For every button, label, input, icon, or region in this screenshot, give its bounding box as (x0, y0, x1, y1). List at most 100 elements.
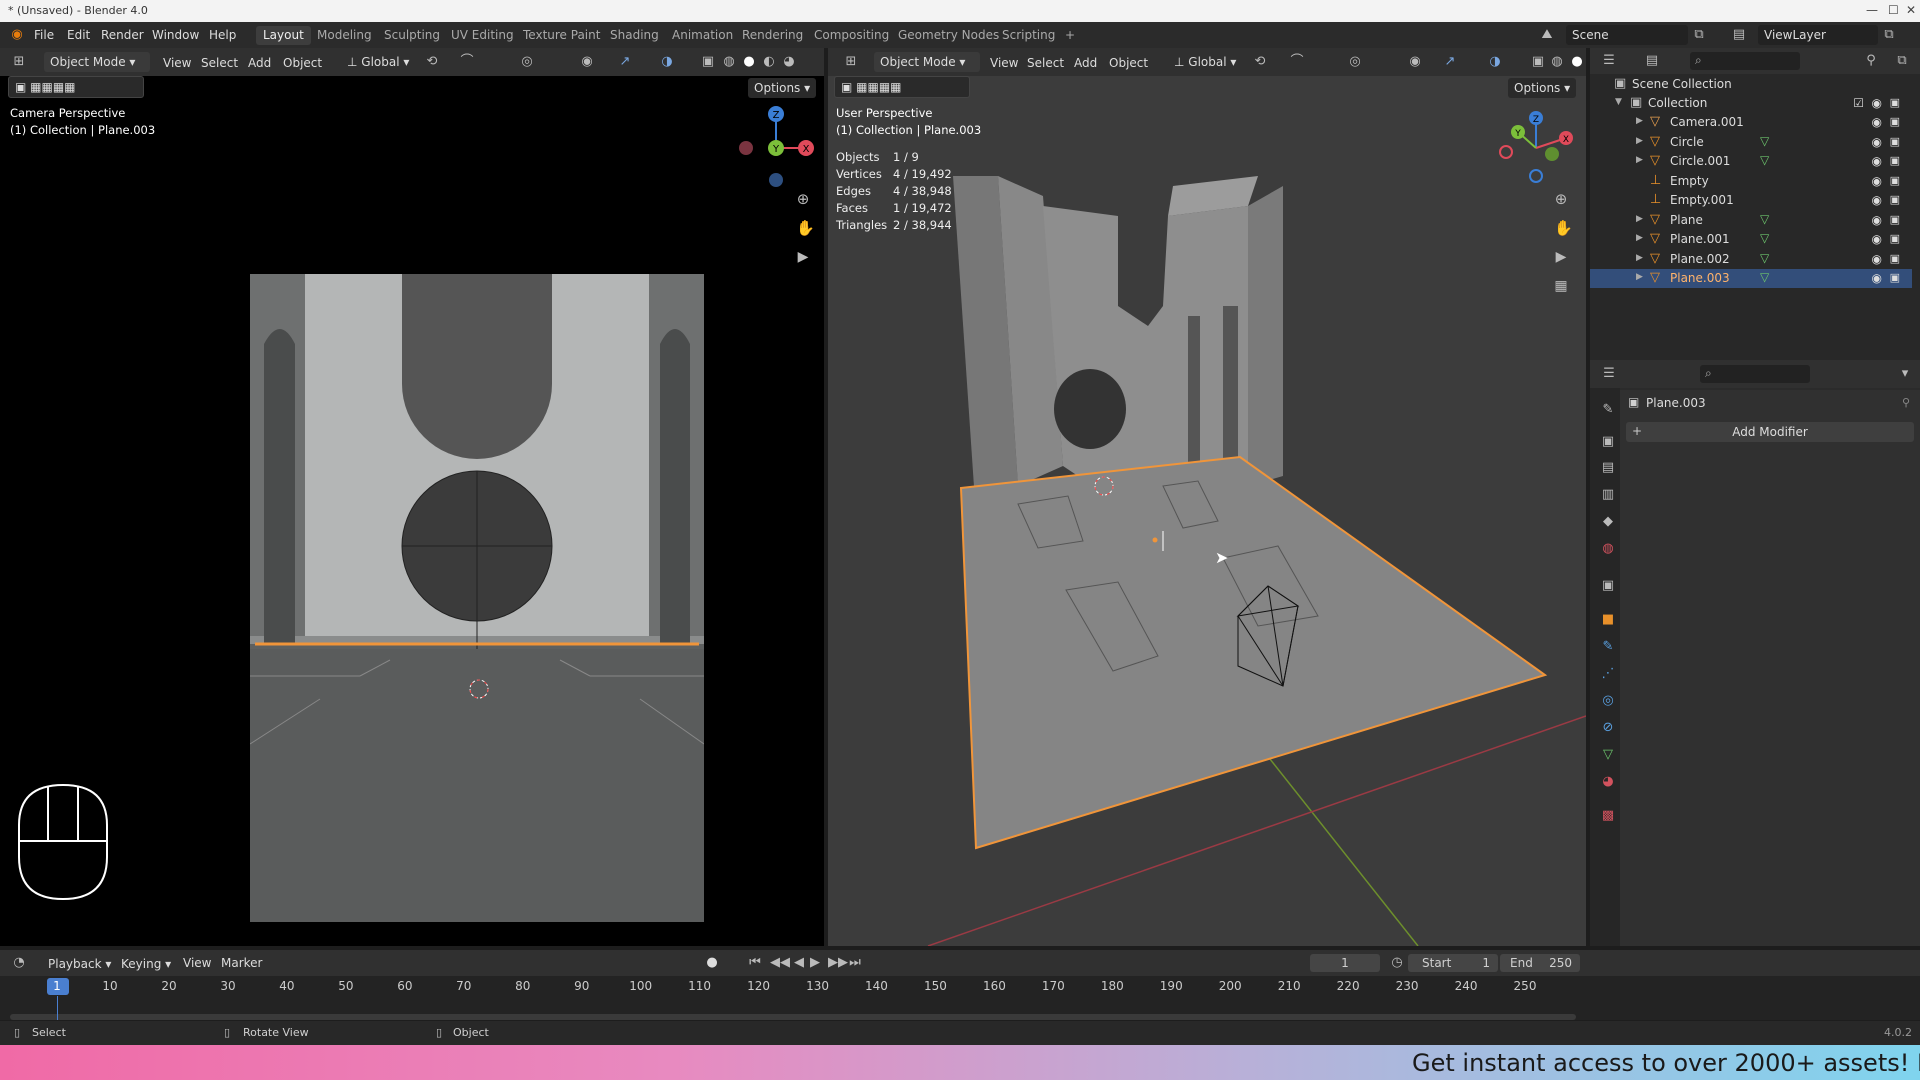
menu-edit[interactable]: Edit (67, 28, 90, 42)
minimize-button[interactable]: — (1866, 3, 1878, 17)
mesh-data-icon[interactable]: ▽ (1760, 153, 1769, 167)
next-keyframe-icon[interactable]: ▶▶ (828, 956, 848, 970)
editor-type-icon-right[interactable]: ⊞ (844, 55, 858, 69)
snap-icon-right[interactable]: ⌒ (1290, 55, 1304, 69)
render-camera-icon[interactable]: ▣ (1890, 252, 1900, 265)
eye-icon[interactable]: ◉ (1872, 252, 1882, 266)
tool-tab-icon[interactable]: ✎ (1600, 402, 1616, 418)
play-reverse-icon[interactable]: ◀ (792, 956, 806, 970)
outliner-item[interactable]: ⊥ Empty.001 ◉ ▣ (1590, 191, 1912, 210)
menu-render[interactable]: Render (101, 28, 144, 42)
expand-arrow-icon[interactable]: ▼ (1615, 97, 1622, 107)
new-scene-icon[interactable]: ⧉ (1692, 28, 1706, 42)
eye-icon[interactable]: ◉ (1872, 135, 1882, 149)
xray-icon-right[interactable]: ▣ (1531, 55, 1545, 69)
data-tab-icon[interactable]: ▽ (1600, 747, 1616, 763)
eye-icon[interactable]: ◉ (1872, 271, 1882, 285)
tab-uv-editing[interactable]: UV Editing (444, 26, 521, 45)
expand-arrow-icon[interactable]: ▶ (1636, 233, 1643, 243)
outliner-item[interactable]: ▶ ▽ Circle ▽ ◉ ▣ (1590, 133, 1912, 152)
material-shading-icon[interactable]: ◐ (762, 55, 776, 69)
right-orientation-dropdown[interactable]: ⊥ Global ▾ (1168, 52, 1242, 72)
right-navigation-gizmo[interactable]: Z X Y (1496, 106, 1580, 186)
end-frame-field[interactable]: End 250 (1500, 954, 1580, 972)
menu-file[interactable]: File (34, 28, 54, 42)
select-tools[interactable]: ▣ ▦▦▦▦ (8, 76, 144, 98)
view-layer-icon[interactable]: ▤ (1732, 28, 1746, 42)
visibility-icon-right[interactable]: ◉ (1408, 55, 1422, 69)
timeline-scrollbar[interactable] (10, 1014, 1576, 1020)
render-camera-icon[interactable]: ▣ (1890, 232, 1900, 245)
gizmo-toggle-icon[interactable]: ↗ (618, 55, 632, 69)
zoom-icon-right[interactable]: ⊕ (1554, 192, 1568, 207)
filter-icon[interactable]: ⚲ (1864, 54, 1878, 68)
properties-editor-icon[interactable]: ☰ (1602, 367, 1616, 381)
expand-arrow-icon[interactable]: ▶ (1636, 272, 1643, 282)
outliner-item[interactable]: ▶ ▽ Plane.003 ▽ ◉ ▣ (1590, 269, 1912, 288)
left-menu-object[interactable]: Object (283, 56, 322, 70)
snap-icon[interactable]: ⌒ (460, 55, 474, 69)
new-view-layer-icon[interactable]: ⧉ (1882, 28, 1896, 42)
outliner-search-input[interactable]: ⌕ (1690, 52, 1800, 70)
tab-layout[interactable]: Layout (256, 26, 311, 45)
add-workspace-button[interactable]: + (1058, 26, 1082, 45)
world-tab-icon[interactable]: ◍ (1600, 541, 1616, 557)
checkbox-icon[interactable]: ☑ (1853, 96, 1864, 110)
current-frame-field[interactable]: 1 (1310, 954, 1380, 972)
right-options-button[interactable]: Options ▾ (1508, 78, 1577, 98)
prev-keyframe-icon[interactable]: ◀◀ (770, 956, 790, 970)
render-camera-icon[interactable]: ▣ (1890, 135, 1900, 148)
right-menu-object[interactable]: Object (1109, 56, 1148, 70)
pivot-icon[interactable]: ⟲ (425, 55, 439, 69)
left-menu-select[interactable]: Select (201, 56, 238, 70)
eye-icon[interactable]: ◉ (1872, 232, 1882, 246)
play-icon[interactable]: ▶ (808, 956, 822, 970)
eye-icon[interactable]: ◉ (1872, 115, 1882, 129)
right-mode-dropdown[interactable]: Object Mode ▾ (874, 52, 980, 72)
playback-menu[interactable]: Playback ▾ (42, 954, 117, 974)
collection-tab-icon[interactable]: ▣ (1600, 578, 1616, 594)
zoom-icon[interactable]: ⊕ (796, 192, 810, 207)
outliner-scene-collection[interactable]: ▣ Scene Collection (1590, 75, 1912, 94)
left-options-button[interactable]: Options ▾ (748, 78, 817, 98)
outliner-item[interactable]: ▶ ▽ Plane.002 ▽ ◉ ▣ (1590, 250, 1912, 269)
object-tab-icon[interactable]: ■ (1600, 612, 1616, 628)
blender-logo-icon[interactable]: ◉ (10, 28, 24, 42)
expand-arrow-icon[interactable]: ▶ (1636, 116, 1643, 126)
menu-help[interactable]: Help (209, 28, 236, 42)
left-mode-dropdown[interactable]: Object Mode ▾ (44, 52, 150, 72)
tab-scripting[interactable]: Scripting (995, 26, 1062, 45)
output-tab-icon[interactable]: ▤ (1600, 460, 1616, 476)
eye-icon[interactable]: ◉ (1872, 213, 1882, 227)
wireframe-shading-icon[interactable]: ◍ (722, 55, 736, 69)
new-collection-icon[interactable]: ⧉ (1895, 54, 1909, 68)
pin-icon[interactable]: ⚲ (1902, 396, 1910, 409)
tab-texture-paint[interactable]: Texture Paint (516, 26, 607, 45)
outliner-item[interactable]: ▶ ▽ Camera.001 ◉ ▣ (1590, 113, 1912, 132)
modifier-wrench-icon[interactable]: ✎ (1600, 639, 1616, 655)
properties-search-input[interactable]: ⌕ (1700, 365, 1810, 383)
clock-icon[interactable]: ◷ (1390, 956, 1404, 970)
mesh-data-icon[interactable]: ▽ (1760, 231, 1769, 245)
proportional-edit-icon-right[interactable]: ◎ (1348, 55, 1362, 69)
camera-view-icon[interactable]: ▶ (796, 250, 810, 264)
proportional-edit-icon[interactable]: ◎ (520, 55, 534, 69)
render-camera-icon[interactable]: ▣ (1890, 96, 1900, 109)
outliner-collection[interactable]: ▼ ▣ Collection ☑ ◉ ▣ (1590, 94, 1912, 113)
tab-rendering[interactable]: Rendering (735, 26, 810, 45)
solid-shading-icon-right[interactable]: ● (1570, 55, 1584, 69)
ortho-grid-icon[interactable]: ▦ (1554, 279, 1568, 293)
outliner-item[interactable]: ▶ ▽ Plane.001 ▽ ◉ ▣ (1590, 230, 1912, 249)
start-frame-field[interactable]: Start 1 (1408, 954, 1498, 972)
pan-hand-icon-right[interactable]: ✋ (1554, 221, 1573, 236)
tab-geometry-nodes[interactable]: Geometry Nodes (891, 26, 1006, 45)
outliner-editor-icon[interactable]: ☰ (1602, 54, 1616, 68)
particles-tab-icon[interactable]: ⋰ (1600, 666, 1616, 682)
mesh-data-icon[interactable]: ▽ (1760, 212, 1769, 226)
tab-sculpting[interactable]: Sculpting (377, 26, 447, 45)
tab-modeling[interactable]: Modeling (310, 26, 379, 45)
right-menu-select[interactable]: Select (1027, 56, 1064, 70)
expand-arrow-icon[interactable]: ▶ (1636, 214, 1643, 224)
overlay-toggle-icon[interactable]: ◑ (660, 55, 674, 69)
solid-shading-icon[interactable]: ● (742, 55, 756, 69)
